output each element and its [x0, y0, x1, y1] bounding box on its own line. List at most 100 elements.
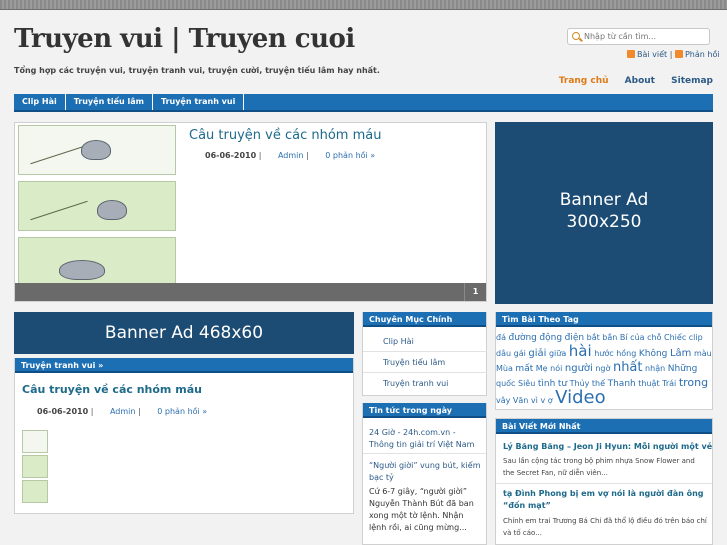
banner-text: Banner Ad	[559, 190, 649, 210]
tag-link[interactable]: bắt	[587, 333, 600, 342]
tag-link[interactable]: Bí	[620, 333, 628, 342]
tag-link[interactable]: thuật	[638, 379, 659, 388]
banner-ad-468x60[interactable]: Banner Ad 468x60	[14, 312, 354, 354]
latest-post-excerpt: Sau lần cộng tác trong bộ phim nhựa Snow…	[503, 457, 695, 477]
slider-page-1[interactable]: 1	[464, 283, 486, 301]
tag-link[interactable]: động	[539, 333, 562, 343]
meta-separator: |	[90, 407, 94, 416]
post-comments-link[interactable]: 0 phản hồi »	[157, 407, 207, 416]
nav-sitemap[interactable]: Sitemap	[671, 76, 713, 86]
site-title[interactable]: Truyen vui | Truyen cuoi	[14, 24, 355, 54]
rss-links: Bài viết | Phản hồi	[627, 50, 720, 59]
nav-home[interactable]: Trang chủ	[559, 76, 609, 86]
comic-panel	[22, 480, 48, 503]
banner-size: 300x250	[566, 212, 642, 232]
tag-link[interactable]: Chiếc	[664, 333, 686, 342]
search-input[interactable]	[584, 30, 708, 43]
post-date: 06-06-2010	[205, 151, 257, 160]
tag-link[interactable]: giải	[528, 348, 546, 359]
rss-comments-link[interactable]: Phản hồi	[685, 50, 720, 59]
featured-post-meta: 06-06-2010 | Admin | 0 phản hồi »	[205, 151, 375, 160]
site-tagline: Tổng hợp các truyện vui, truyện tranh vu…	[14, 66, 380, 75]
banner-ad-300x250[interactable]: Banner Ad 300x250	[495, 122, 713, 304]
featured-slider: Câu truyện về các nhóm máu 06-06-2010 | …	[14, 122, 487, 302]
tag-link[interactable]: Siêu	[518, 379, 535, 388]
post-author-link[interactable]: Admin	[278, 151, 304, 160]
tag-link[interactable]: đá	[496, 333, 506, 342]
tag-link[interactable]: đường	[509, 333, 537, 343]
tag-link[interactable]: ợ	[548, 396, 553, 405]
tag-link[interactable]: nói	[550, 364, 562, 373]
tag-link[interactable]: Những	[668, 364, 698, 374]
latest-post-title[interactable]: tạ Đình Phong bị em vợ nói là người đàn …	[503, 488, 707, 512]
tag-link[interactable]: trong	[679, 376, 708, 389]
tag-link[interactable]: Thanh	[608, 379, 636, 389]
tag-link[interactable]: hài	[569, 342, 592, 360]
tag-link[interactable]: giữa	[549, 349, 566, 358]
category-item-clip-hai[interactable]: Clip Hài	[363, 331, 487, 352]
slider-pager: 1	[15, 283, 486, 301]
tag-link[interactable]: Không	[639, 349, 668, 359]
tag-link[interactable]: Mẹ	[536, 364, 548, 373]
tag-link[interactable]: hồng	[616, 349, 636, 358]
tag-link[interactable]: dâu	[496, 349, 511, 358]
category-nav: Clip Hài Truyện tiếu lâm Truyện tranh vu…	[14, 94, 713, 112]
cat-nav-truyen-tranh-vui[interactable]: Truyện tranh vui	[153, 94, 245, 110]
rss-posts-link[interactable]: Bài viết	[637, 50, 667, 59]
top-strip	[0, 0, 727, 10]
nav-about[interactable]: About	[625, 76, 655, 86]
tag-link[interactable]: ngờ	[595, 364, 610, 373]
comic-line	[30, 200, 88, 221]
category-item-truyen-tieu-lam[interactable]: Truyện tiếu lâm	[363, 352, 487, 373]
cat-nav-truyen-tieu-lam[interactable]: Truyện tiếu lâm	[66, 94, 153, 110]
tag-link[interactable]: gái	[514, 349, 526, 358]
tag-link[interactable]: quốc	[496, 379, 515, 388]
comic-panel	[22, 455, 48, 478]
tag-link[interactable]: của	[630, 333, 644, 342]
tag-link[interactable]: nhận	[645, 364, 665, 373]
post-author-link[interactable]: Admin	[110, 407, 136, 416]
tag-link[interactable]: tình	[538, 379, 555, 389]
meta-separator: |	[258, 151, 262, 160]
featured-image[interactable]	[16, 124, 178, 287]
comic-character	[97, 200, 127, 220]
cat-nav-clip-hai[interactable]: Clip Hài	[14, 94, 66, 110]
tag-link[interactable]: mất	[515, 364, 533, 374]
comics-section-heading[interactable]: Truyện tranh vui »	[15, 358, 353, 373]
tag-link[interactable]: bắn	[602, 333, 617, 342]
search-box[interactable]	[567, 28, 710, 45]
tag-link[interactable]: Mùa	[496, 364, 513, 373]
tag-link[interactable]: vì	[531, 396, 538, 405]
tag-link[interactable]: chỗ	[647, 333, 661, 342]
rss-icon	[674, 50, 683, 58]
tag-link[interactable]: vây	[496, 396, 510, 405]
tag-link[interactable]: clip	[689, 333, 703, 342]
category-item-truyen-tranh-vui[interactable]: Truyện tranh vui	[363, 373, 487, 394]
search-icon	[572, 32, 580, 40]
comic-panel	[18, 125, 176, 175]
tag-link[interactable]: người	[565, 363, 593, 374]
comic-line	[30, 144, 88, 165]
comics-thumbnail[interactable]	[22, 430, 48, 504]
latest-post-excerpt: Chính em trai Trương Bá Chi đã thổ lộ đi…	[503, 517, 707, 537]
tag-link[interactable]: v	[540, 396, 545, 405]
tag-link[interactable]: màu	[694, 349, 712, 358]
latest-post-title[interactable]: Lý Băng Băng – Jeon Ji Hyun: Mỗi người m…	[503, 442, 712, 451]
comic-panel	[22, 430, 48, 453]
categories-heading: Chuyên Mục Chính	[363, 312, 486, 327]
tag-link[interactable]: nhất	[613, 360, 643, 375]
comics-post-title[interactable]: Câu truyện về các nhóm máu	[22, 383, 202, 396]
news-item-link[interactable]: 24 Giờ - 24h.com.vn - Thông tin giải trí…	[369, 427, 481, 451]
meta-separator: |	[138, 407, 141, 416]
post-comments-link[interactable]: 0 phản hồi »	[325, 151, 375, 160]
tag-link[interactable]: Văn	[513, 396, 528, 405]
featured-post-title[interactable]: Câu truyện về các nhóm máu	[189, 128, 381, 143]
tag-link[interactable]: Video	[555, 387, 605, 407]
tag-link[interactable]: Trái	[662, 379, 676, 388]
tag-link[interactable]: hước	[594, 349, 613, 358]
news-item-title[interactable]: “Người giời” vung bút, kiếm bạc tỷ	[369, 460, 481, 484]
tag-cloud: đá đường động điện bắt bắn Bí của chỗ Ch…	[496, 331, 712, 407]
rss-separator: |	[669, 50, 673, 59]
tags-heading: Tìm Bài Theo Tag	[496, 312, 712, 327]
tag-link[interactable]: Lâm	[670, 348, 691, 359]
